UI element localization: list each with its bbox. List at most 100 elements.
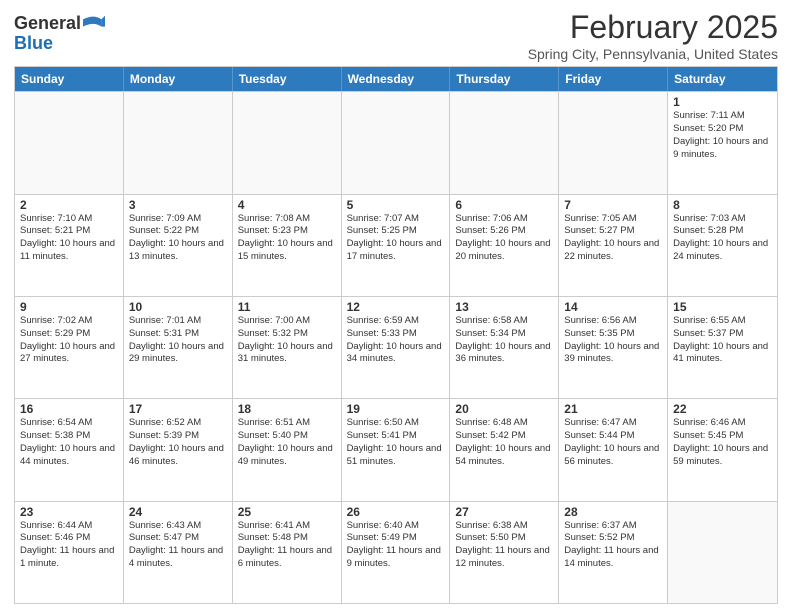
day-number: 9 [20,300,118,314]
day-info: Sunrise: 7:08 AMSunset: 5:23 PMDaylight:… [238,213,336,264]
day-cell: 5Sunrise: 7:07 AMSunset: 5:25 PMDaylight… [342,195,451,296]
day-cell: 20Sunrise: 6:48 AMSunset: 5:42 PMDayligh… [450,399,559,500]
day-header-sunday: Sunday [15,67,124,91]
day-cell: 28Sunrise: 6:37 AMSunset: 5:52 PMDayligh… [559,502,668,603]
day-info: Sunrise: 6:37 AMSunset: 5:52 PMDaylight:… [564,520,662,571]
day-cell [15,92,124,193]
day-cell: 19Sunrise: 6:50 AMSunset: 5:41 PMDayligh… [342,399,451,500]
day-info: Sunrise: 6:41 AMSunset: 5:48 PMDaylight:… [238,520,336,571]
day-cell: 25Sunrise: 6:41 AMSunset: 5:48 PMDayligh… [233,502,342,603]
day-number: 3 [129,198,227,212]
day-cell [450,92,559,193]
day-info: Sunrise: 7:03 AMSunset: 5:28 PMDaylight:… [673,213,772,264]
day-cell: 6Sunrise: 7:06 AMSunset: 5:26 PMDaylight… [450,195,559,296]
day-info: Sunrise: 6:58 AMSunset: 5:34 PMDaylight:… [455,315,553,366]
day-cell: 14Sunrise: 6:56 AMSunset: 5:35 PMDayligh… [559,297,668,398]
day-number: 4 [238,198,336,212]
day-number: 26 [347,505,445,519]
day-cell: 24Sunrise: 6:43 AMSunset: 5:47 PMDayligh… [124,502,233,603]
day-number: 8 [673,198,772,212]
location: Spring City, Pennsylvania, United States [528,46,778,62]
day-cell [559,92,668,193]
day-cell: 21Sunrise: 6:47 AMSunset: 5:44 PMDayligh… [559,399,668,500]
day-info: Sunrise: 7:02 AMSunset: 5:29 PMDaylight:… [20,315,118,366]
week-row: 2Sunrise: 7:10 AMSunset: 5:21 PMDaylight… [15,194,777,296]
day-info: Sunrise: 7:10 AMSunset: 5:21 PMDaylight:… [20,213,118,264]
day-info: Sunrise: 6:47 AMSunset: 5:44 PMDaylight:… [564,417,662,468]
logo: General Blue [14,14,105,54]
day-cell: 11Sunrise: 7:00 AMSunset: 5:32 PMDayligh… [233,297,342,398]
day-info: Sunrise: 6:59 AMSunset: 5:33 PMDaylight:… [347,315,445,366]
day-number: 24 [129,505,227,519]
week-row: 1Sunrise: 7:11 AMSunset: 5:20 PMDaylight… [15,91,777,193]
day-number: 13 [455,300,553,314]
calendar: SundayMondayTuesdayWednesdayThursdayFrid… [14,66,778,604]
day-header-tuesday: Tuesday [233,67,342,91]
day-cell [668,502,777,603]
day-cell: 18Sunrise: 6:51 AMSunset: 5:40 PMDayligh… [233,399,342,500]
day-cell [233,92,342,193]
day-info: Sunrise: 6:38 AMSunset: 5:50 PMDaylight:… [455,520,553,571]
day-cell: 7Sunrise: 7:05 AMSunset: 5:27 PMDaylight… [559,195,668,296]
day-info: Sunrise: 7:07 AMSunset: 5:25 PMDaylight:… [347,213,445,264]
day-info: Sunrise: 6:43 AMSunset: 5:47 PMDaylight:… [129,520,227,571]
day-header-friday: Friday [559,67,668,91]
day-number: 1 [673,95,772,109]
day-info: Sunrise: 6:40 AMSunset: 5:49 PMDaylight:… [347,520,445,571]
day-header-wednesday: Wednesday [342,67,451,91]
day-info: Sunrise: 6:46 AMSunset: 5:45 PMDaylight:… [673,417,772,468]
day-cell: 23Sunrise: 6:44 AMSunset: 5:46 PMDayligh… [15,502,124,603]
day-header-monday: Monday [124,67,233,91]
week-row: 9Sunrise: 7:02 AMSunset: 5:29 PMDaylight… [15,296,777,398]
logo-blue: Blue [14,34,105,54]
day-cell [342,92,451,193]
day-number: 28 [564,505,662,519]
day-header-saturday: Saturday [668,67,777,91]
day-info: Sunrise: 7:00 AMSunset: 5:32 PMDaylight:… [238,315,336,366]
day-info: Sunrise: 7:09 AMSunset: 5:22 PMDaylight:… [129,213,227,264]
day-info: Sunrise: 7:06 AMSunset: 5:26 PMDaylight:… [455,213,553,264]
logo-general: General [14,14,81,34]
day-number: 14 [564,300,662,314]
day-cell: 10Sunrise: 7:01 AMSunset: 5:31 PMDayligh… [124,297,233,398]
day-info: Sunrise: 7:05 AMSunset: 5:27 PMDaylight:… [564,213,662,264]
day-cell: 4Sunrise: 7:08 AMSunset: 5:23 PMDaylight… [233,195,342,296]
day-number: 17 [129,402,227,416]
title-section: February 2025 Spring City, Pennsylvania,… [528,10,778,62]
day-number: 11 [238,300,336,314]
day-number: 10 [129,300,227,314]
day-number: 15 [673,300,772,314]
month-title: February 2025 [528,10,778,45]
day-number: 16 [20,402,118,416]
day-cell: 3Sunrise: 7:09 AMSunset: 5:22 PMDaylight… [124,195,233,296]
day-info: Sunrise: 6:55 AMSunset: 5:37 PMDaylight:… [673,315,772,366]
day-number: 21 [564,402,662,416]
day-cell: 13Sunrise: 6:58 AMSunset: 5:34 PMDayligh… [450,297,559,398]
day-info: Sunrise: 6:56 AMSunset: 5:35 PMDaylight:… [564,315,662,366]
day-cell: 26Sunrise: 6:40 AMSunset: 5:49 PMDayligh… [342,502,451,603]
day-cell: 2Sunrise: 7:10 AMSunset: 5:21 PMDaylight… [15,195,124,296]
day-cell: 17Sunrise: 6:52 AMSunset: 5:39 PMDayligh… [124,399,233,500]
day-cell [124,92,233,193]
day-info: Sunrise: 6:48 AMSunset: 5:42 PMDaylight:… [455,417,553,468]
calendar-body: 1Sunrise: 7:11 AMSunset: 5:20 PMDaylight… [15,91,777,603]
logo-icon [83,12,105,34]
day-cell: 8Sunrise: 7:03 AMSunset: 5:28 PMDaylight… [668,195,777,296]
day-cell: 9Sunrise: 7:02 AMSunset: 5:29 PMDaylight… [15,297,124,398]
day-cell: 22Sunrise: 6:46 AMSunset: 5:45 PMDayligh… [668,399,777,500]
day-number: 5 [347,198,445,212]
day-number: 18 [238,402,336,416]
day-info: Sunrise: 6:54 AMSunset: 5:38 PMDaylight:… [20,417,118,468]
day-number: 27 [455,505,553,519]
day-cell: 27Sunrise: 6:38 AMSunset: 5:50 PMDayligh… [450,502,559,603]
day-number: 7 [564,198,662,212]
day-cell: 1Sunrise: 7:11 AMSunset: 5:20 PMDaylight… [668,92,777,193]
day-info: Sunrise: 7:11 AMSunset: 5:20 PMDaylight:… [673,110,772,161]
day-info: Sunrise: 6:50 AMSunset: 5:41 PMDaylight:… [347,417,445,468]
day-cell: 15Sunrise: 6:55 AMSunset: 5:37 PMDayligh… [668,297,777,398]
day-info: Sunrise: 7:01 AMSunset: 5:31 PMDaylight:… [129,315,227,366]
week-row: 16Sunrise: 6:54 AMSunset: 5:38 PMDayligh… [15,398,777,500]
day-number: 20 [455,402,553,416]
day-cell: 16Sunrise: 6:54 AMSunset: 5:38 PMDayligh… [15,399,124,500]
day-number: 6 [455,198,553,212]
